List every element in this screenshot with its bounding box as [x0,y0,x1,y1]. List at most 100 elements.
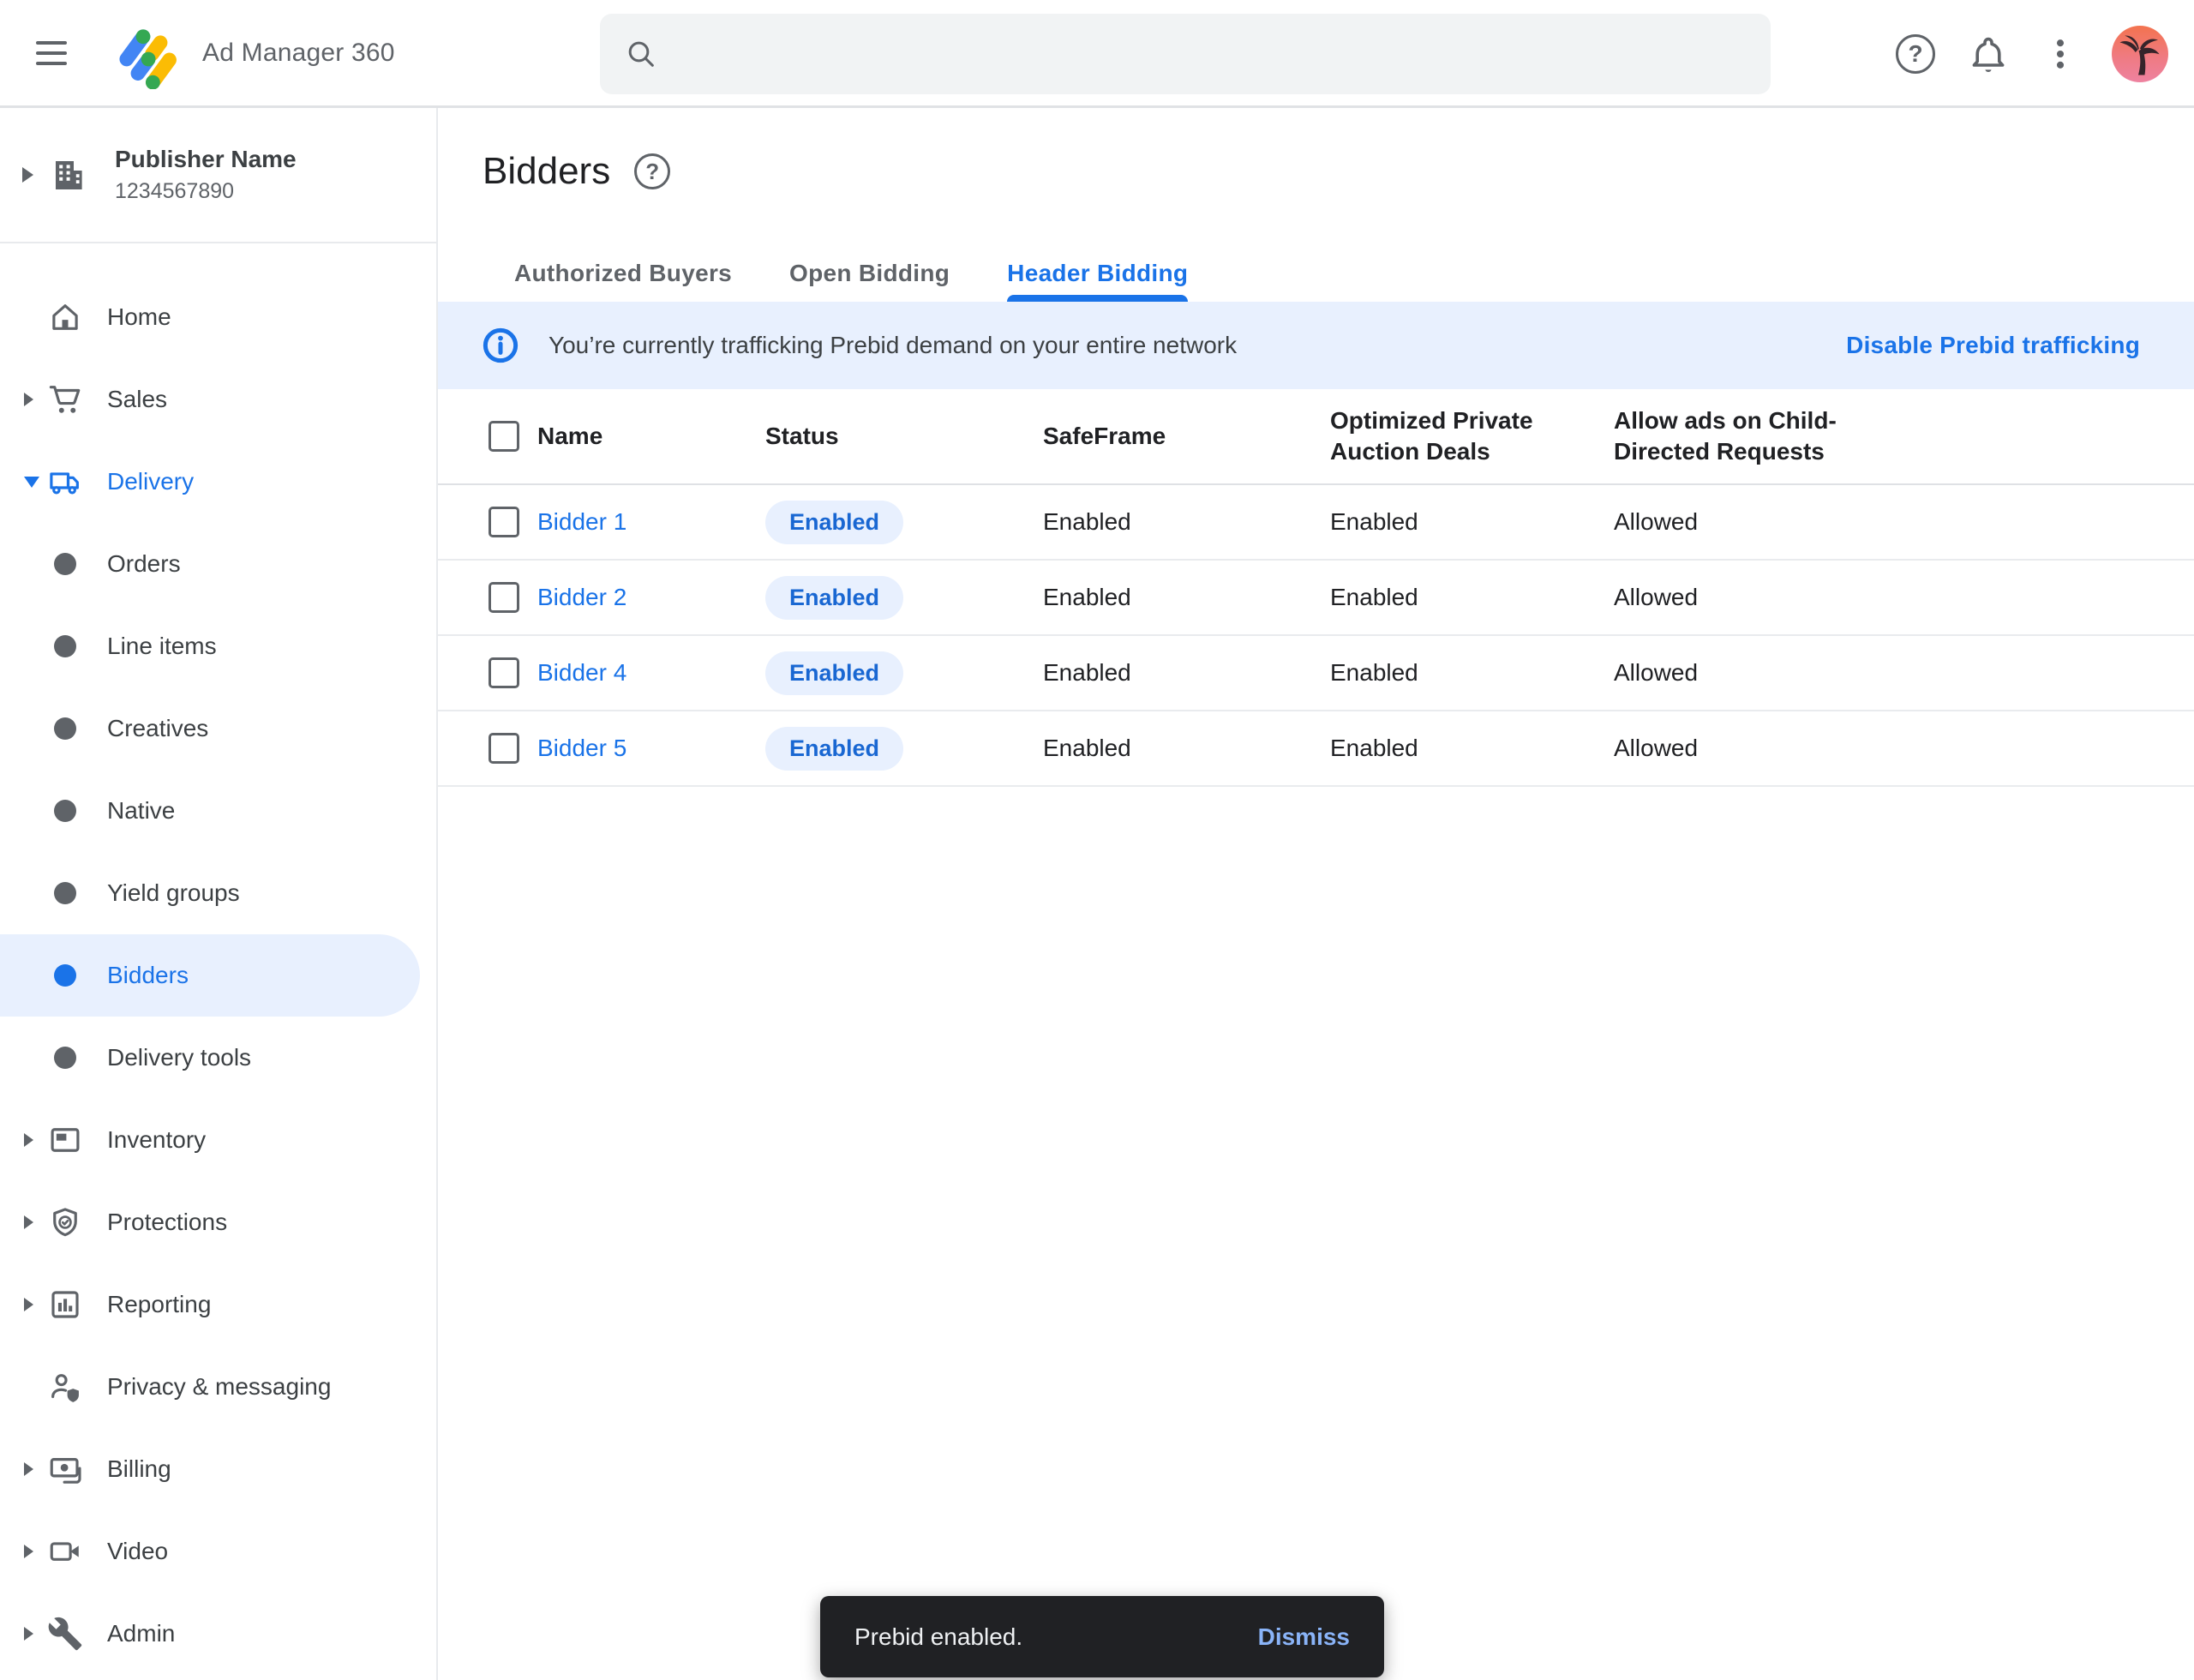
tab-bar: Authorized Buyers Open Bidding Header Bi… [514,244,1188,302]
notifications-button[interactable] [1968,33,2009,75]
chevron-down-icon [24,477,39,488]
chevron-right-icon [24,1545,33,1558]
sidebar-item-label: Video [107,1538,168,1565]
publisher-name: Publisher Name [115,146,297,173]
chevron-right-icon [24,1298,33,1311]
palm-tree-icon [2114,28,2166,80]
sidebar-item-delivery[interactable]: Delivery [0,441,436,523]
sidebar-item-label: Yield groups [107,879,240,907]
banner-message: You’re currently trafficking Prebid dema… [548,332,1237,359]
building-icon [48,154,89,195]
row-checkbox[interactable] [489,507,519,537]
opad-value: Enabled [1330,584,1614,611]
sidebar-item-sales[interactable]: Sales [0,358,436,441]
bidder-link[interactable]: Bidder 5 [537,735,765,762]
truck-icon [47,464,83,500]
hamburger-menu-button[interactable] [36,27,87,79]
tab-open-bidding[interactable]: Open Bidding [789,244,950,302]
sidebar-item-label: Line items [107,633,217,660]
chevron-right-icon [24,393,33,406]
page-help-icon[interactable]: ? [634,153,670,189]
table-row: Bidder 5 Enabled Enabled Enabled Allowed [438,711,2194,787]
safeframe-value: Enabled [1043,735,1330,762]
sidebar-item-reporting[interactable]: Reporting [0,1263,436,1346]
sidebar-item-yield-groups[interactable]: Yield groups [0,852,436,934]
sidebar-item-admin[interactable]: Admin [0,1593,436,1675]
publisher-switcher[interactable]: Publisher Name 1234567890 [0,108,436,243]
tab-header-bidding[interactable]: Header Bidding [1007,244,1188,302]
help-icon: ? [1896,34,1935,74]
opad-value: Enabled [1330,508,1614,536]
row-checkbox[interactable] [489,582,519,613]
search-input[interactable] [679,40,1747,68]
sidebar-item-label: Bidders [107,962,189,989]
sidebar-item-orders[interactable]: Orders [0,523,436,605]
bullet-icon [54,964,76,987]
chevron-right-icon [24,1215,33,1229]
sidebar-item-inventory[interactable]: Inventory [0,1099,436,1181]
status-badge: Enabled [765,576,903,620]
page-title: Bidders [483,150,610,193]
sidebar-item-bidders[interactable]: Bidders [0,934,436,1017]
search-icon [624,37,658,71]
column-header-safeframe: SafeFrame [1043,421,1313,452]
app-title: Ad Manager 360 [202,39,395,68]
sidebar-item-label: Orders [107,550,181,578]
more-options-button[interactable] [2041,35,2079,73]
bell-icon [1968,33,2009,75]
sidebar-item-label: Home [107,303,171,331]
sidebar-item-privacy-messaging[interactable]: Privacy & messaging [0,1346,436,1428]
table-header-row: Name Status SafeFrame Optimized Private … [438,389,2194,485]
tab-authorized-buyers[interactable]: Authorized Buyers [514,244,732,302]
sidebar-item-creatives[interactable]: Creatives [0,687,436,770]
bidder-link[interactable]: Bidder 2 [537,584,765,611]
sidebar-item-label: Protections [107,1209,227,1236]
status-badge: Enabled [765,727,903,771]
sidebar-item-delivery-tools[interactable]: Delivery tools [0,1017,436,1099]
help-button[interactable]: ? [1896,34,1935,74]
sidebar-item-label: Delivery tools [107,1044,251,1071]
kebab-menu-icon [2041,35,2079,73]
table-row: Bidder 1 Enabled Enabled Enabled Allowed [438,485,2194,561]
sidebar-item-label: Inventory [107,1126,206,1154]
toast-message: Prebid enabled. [854,1623,1022,1651]
bidder-link[interactable]: Bidder 4 [537,659,765,687]
ad-slot-icon [47,1122,83,1158]
user-avatar[interactable] [2112,26,2168,82]
info-icon [481,326,520,365]
opad-value: Enabled [1330,735,1614,762]
sidebar-item-video[interactable]: Video [0,1510,436,1593]
bullet-icon [54,800,76,822]
sidebar-item-line-items[interactable]: Line items [0,605,436,687]
disable-prebid-trafficking-button[interactable]: Disable Prebid trafficking [1846,332,2140,359]
toast-snackbar: Prebid enabled. Dismiss [820,1596,1384,1677]
child-directed-value: Allowed [1614,584,2194,611]
home-icon [47,299,83,335]
sidebar-item-label: Native [107,797,175,825]
sidebar-item-label: Creatives [107,715,208,742]
row-checkbox[interactable] [489,733,519,764]
sidebar-item-label: Billing [107,1455,171,1483]
dismiss-button[interactable]: Dismiss [1258,1623,1350,1651]
sidebar-item-label: Privacy & messaging [107,1373,331,1401]
select-all-checkbox[interactable] [489,421,519,452]
child-directed-value: Allowed [1614,735,2194,762]
row-checkbox[interactable] [489,657,519,688]
table-row: Bidder 4 Enabled Enabled Enabled Allowed [438,636,2194,711]
sidebar-item-billing[interactable]: Billing [0,1428,436,1510]
bullet-icon [54,717,76,740]
wrench-icon [47,1616,83,1652]
safeframe-value: Enabled [1043,659,1330,687]
column-header-status: Status [765,421,1035,452]
status-badge: Enabled [765,651,903,695]
opad-value: Enabled [1330,659,1614,687]
chevron-right-icon [22,167,33,183]
sidebar-item-native[interactable]: Native [0,770,436,852]
publisher-id: 1234567890 [115,179,297,204]
sidebar-item-protections[interactable]: Protections [0,1181,436,1263]
safeframe-value: Enabled [1043,584,1330,611]
banknote-icon [47,1451,83,1487]
bidder-link[interactable]: Bidder 1 [537,508,765,536]
sidebar-item-home[interactable]: Home [0,276,436,358]
person-shield-icon [47,1369,83,1405]
